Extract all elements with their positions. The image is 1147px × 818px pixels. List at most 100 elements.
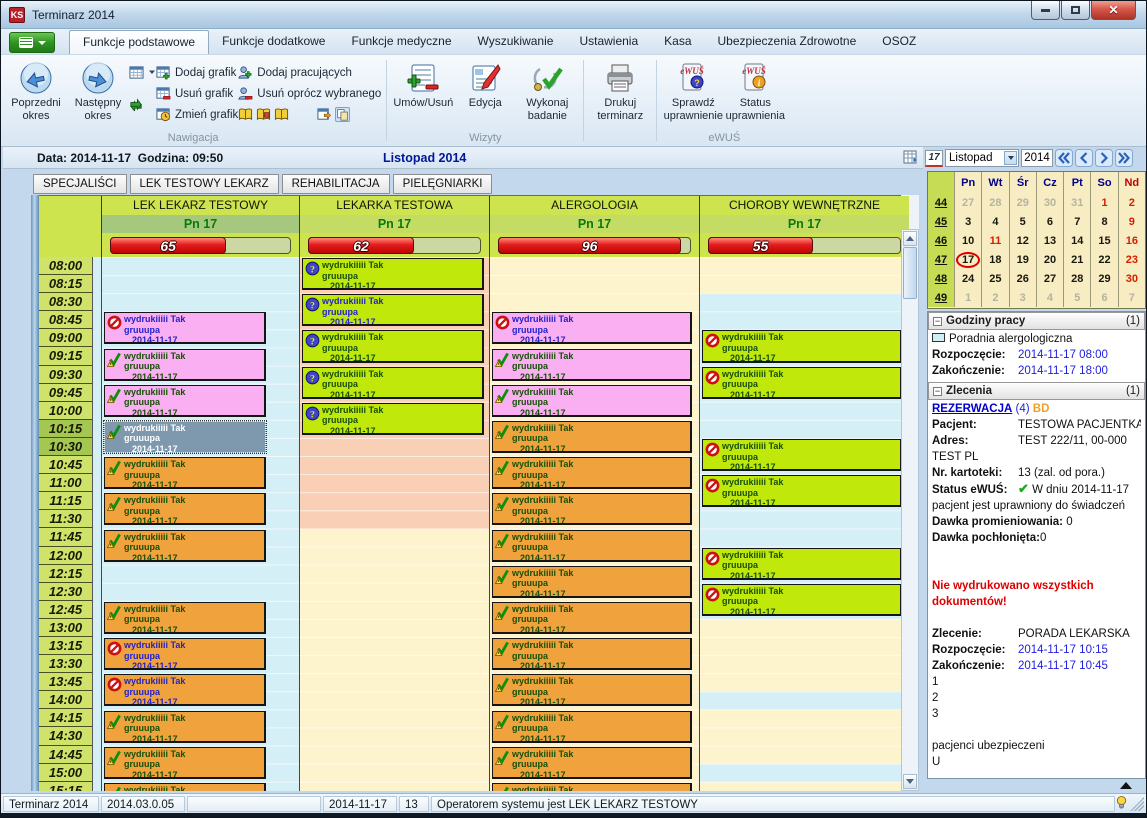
appointment-09:30[interactable]: ?wydrukiiiii Takgruuupa2014-11-17: [302, 367, 484, 399]
appointment-11:45[interactable]: wydrukiiiii Takgruuupa2014-11-17: [104, 530, 266, 562]
calendar-day-cell[interactable]: 27: [1036, 269, 1063, 288]
calendar-day-cell[interactable]: 17: [954, 250, 981, 269]
column-day-label[interactable]: Pn 17: [300, 215, 489, 233]
calendar-day-cell[interactable]: 11: [981, 231, 1008, 250]
appointment-10:45[interactable]: wydrukiiiii Takgruuupa2014-11-17: [492, 457, 692, 489]
calendar-day-cell[interactable]: 6: [1090, 288, 1117, 307]
time-slot-15:15[interactable]: 15:15: [39, 782, 92, 791]
time-slot-11:00[interactable]: 11:00: [39, 474, 92, 492]
calendar-day-cell[interactable]: 29: [1009, 193, 1036, 212]
appointment-10:45[interactable]: wydrukiiiii Takgruuupa2014-11-17: [104, 457, 266, 489]
time-slot-13:15[interactable]: 13:15: [39, 637, 92, 655]
column-name[interactable]: CHOROBY WEWNĘTRZNE: [700, 196, 909, 215]
calendar-day-cell[interactable]: 15: [1090, 231, 1117, 250]
calendar-day-cell[interactable]: 5: [1063, 288, 1090, 307]
calendar-day-cell[interactable]: 2: [981, 288, 1008, 307]
scroll-down-button[interactable]: [903, 774, 917, 789]
appointment-13:15[interactable]: wydrukiiiii Takgruuupa2014-11-17: [104, 638, 266, 670]
appointment-12:30[interactable]: wydrukiiiii Takgruuupa2014-11-17: [702, 584, 901, 616]
calendar-day-cell[interactable]: 21: [1063, 250, 1090, 269]
scroll-up-button[interactable]: [903, 231, 917, 246]
prev-period-button[interactable]: [1075, 149, 1093, 167]
ribbon-tab-5[interactable]: Ustawienia: [566, 30, 651, 54]
time-slot-12:45[interactable]: 12:45: [39, 601, 92, 619]
ribbon-tab-3[interactable]: Funkcje medyczne: [338, 30, 464, 54]
appointment-15:15[interactable]: wydrukiiiii Takgruuupa2014-11-17: [492, 783, 692, 791]
edit-button[interactable]: Edycja: [454, 58, 516, 110]
time-slot-09:45[interactable]: 09:45: [39, 384, 92, 402]
time-slot-11:30[interactable]: 11:30: [39, 510, 92, 528]
calendar-day-cell[interactable]: 25: [981, 269, 1008, 288]
book-button-2[interactable]: [256, 107, 271, 122]
time-slot-11:45[interactable]: 11:45: [39, 528, 92, 546]
calendar-day-cell[interactable]: 1: [954, 288, 981, 307]
refresh-button[interactable]: [129, 93, 156, 114]
column-name[interactable]: LEKARKA TESTOWA: [300, 196, 489, 215]
calendar-day-cell[interactable]: 14: [1063, 231, 1090, 250]
appointment-11:15[interactable]: wydrukiiiii Takgruuupa2014-11-17: [492, 493, 692, 525]
scrollbar-thumb[interactable]: [903, 247, 917, 299]
appointment-14:15[interactable]: wydrukiiiii Takgruuupa2014-11-17: [492, 711, 692, 743]
calendar-day-cell[interactable]: 12: [1009, 231, 1036, 250]
time-slot-08:00[interactable]: 08:00: [39, 257, 92, 275]
appointment-10:30[interactable]: wydrukiiiii Takgruuupa2014-11-17: [702, 439, 901, 471]
time-slot-13:45[interactable]: 13:45: [39, 673, 92, 691]
time-slot-10:45[interactable]: 10:45: [39, 456, 92, 474]
appointment-15:15[interactable]: wydrukiiiii Takgruuupa2014-11-17: [104, 783, 266, 791]
time-slot-13:00[interactable]: 13:00: [39, 619, 92, 637]
today-icon[interactable]: 17: [925, 150, 943, 167]
print-schedule-button[interactable]: Drukuj terminarz: [589, 58, 651, 122]
ribbon-tab-6[interactable]: Kasa: [651, 30, 704, 54]
time-slot-08:30[interactable]: 08:30: [39, 293, 92, 311]
appointment-09:15[interactable]: wydrukiiiii Takgruuupa2014-11-17: [492, 349, 692, 381]
ribbon-tab-1[interactable]: Funkcje podstawowe: [69, 30, 209, 54]
next-period-button[interactable]: [1095, 149, 1113, 167]
column-day-label[interactable]: Pn 17: [102, 215, 299, 233]
calendar-day-cell[interactable]: 28: [981, 193, 1008, 212]
appointment-13:45[interactable]: wydrukiiiii Takgruuupa2014-11-17: [492, 674, 692, 706]
calendar-export-button[interactable]: [317, 107, 332, 122]
calendar-day-cell[interactable]: 7: [1118, 288, 1145, 307]
bulb-icon[interactable]: [1115, 795, 1128, 813]
appointment-13:45[interactable]: wydrukiiiii Takgruuupa2014-11-17: [104, 674, 266, 706]
time-slot-09:00[interactable]: 09:00: [39, 329, 92, 347]
time-slot-14:30[interactable]: 14:30: [39, 727, 92, 745]
appointment-12:15[interactable]: wydrukiiiii Takgruuupa2014-11-17: [492, 566, 692, 598]
appointment-10:15[interactable]: wydrukiiiii Takgruuupa2014-11-17: [492, 421, 692, 453]
copy-button[interactable]: [335, 107, 350, 122]
title-bar[interactable]: KS Terminarz 2014 ✕: [1, 1, 1146, 29]
calendar-day-cell[interactable]: 4: [1036, 288, 1063, 307]
calendar-day-cell[interactable]: 28: [1063, 269, 1090, 288]
calendar-day-cell[interactable]: 9: [1118, 212, 1145, 231]
calendar-day-cell[interactable]: 19: [1009, 250, 1036, 269]
appointment-12:45[interactable]: wydrukiiiii Takgruuupa2014-11-17: [104, 602, 266, 634]
appointment-11:00[interactable]: wydrukiiiii Takgruuupa2014-11-17: [702, 475, 901, 507]
reservation-link[interactable]: REZERWACJA: [932, 403, 1012, 415]
working-hours-header[interactable]: − Godziny pracy (1): [928, 312, 1145, 330]
column-day-label[interactable]: Pn 17: [490, 215, 699, 233]
book-button-1[interactable]: [238, 107, 253, 122]
export-icon[interactable]: [903, 149, 921, 167]
appointment-14:45[interactable]: wydrukiiiii Takgruuupa2014-11-17: [492, 747, 692, 779]
calendar-day-cell[interactable]: 18: [981, 250, 1008, 269]
column-name[interactable]: LEK LEKARZ TESTOWY: [102, 196, 299, 215]
minimize-button[interactable]: [1031, 1, 1060, 20]
appointment-08:30[interactable]: ?wydrukiiiii Takgruuupa2014-11-17: [302, 294, 484, 326]
time-slot-12:30[interactable]: 12:30: [39, 583, 92, 601]
year-input[interactable]: 2014: [1021, 149, 1053, 167]
calendar-day-cell[interactable]: 5: [1009, 212, 1036, 231]
appointment-13:15[interactable]: wydrukiiiii Takgruuupa2014-11-17: [492, 638, 692, 670]
calendar-day-cell[interactable]: 30: [1118, 269, 1145, 288]
add-working-button[interactable]: Dodaj pracujących: [238, 62, 381, 83]
view-tab-4[interactable]: PIELĘGNIARKI: [393, 174, 493, 194]
calendar-day-cell[interactable]: 20: [1036, 250, 1063, 269]
calendar-day-cell[interactable]: 13: [1036, 231, 1063, 250]
calendar-day-cell[interactable]: 7: [1063, 212, 1090, 231]
last-period-button[interactable]: [1115, 149, 1133, 167]
time-slot-13:30[interactable]: 13:30: [39, 655, 92, 673]
ribbon-tab-2[interactable]: Funkcje dodatkowe: [209, 30, 338, 54]
calendar-day-cell[interactable]: 10: [954, 231, 981, 250]
column-day-label[interactable]: Pn 17: [700, 215, 909, 233]
time-slot-08:15[interactable]: 08:15: [39, 275, 92, 293]
column-name[interactable]: ALERGOLOGIA: [490, 196, 699, 215]
